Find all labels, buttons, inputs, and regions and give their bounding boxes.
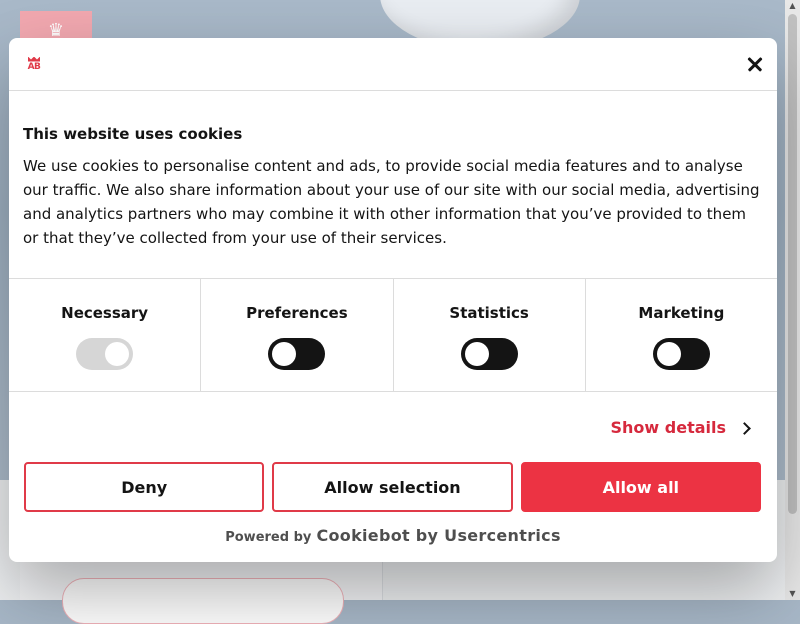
dialog-body: This website uses cookies We use cookies… xyxy=(9,91,777,278)
category-label: Necessary xyxy=(61,304,149,322)
category-label: Marketing xyxy=(638,304,725,322)
page-scrollbar[interactable]: ▲ ▼ xyxy=(785,0,800,600)
scroll-up-arrow-icon[interactable]: ▲ xyxy=(785,0,800,12)
details-row: Show details xyxy=(9,392,777,462)
necessary-toggle xyxy=(76,338,134,370)
show-details-label: Show details xyxy=(610,418,727,437)
consent-categories: Necessary Preferences Statistics Marketi… xyxy=(9,278,777,392)
crown-icon xyxy=(28,56,40,62)
allow-selection-button[interactable]: Allow selection xyxy=(272,462,513,512)
statistics-toggle[interactable] xyxy=(460,338,518,370)
chevron-right-icon xyxy=(738,421,751,435)
scroll-thumb[interactable] xyxy=(788,14,797,514)
allow-all-button[interactable]: Allow all xyxy=(520,462,761,512)
category-marketing: Marketing xyxy=(586,279,777,391)
powered-by-label: Powered by xyxy=(225,530,312,545)
category-label: Statistics xyxy=(449,304,529,322)
brand-logo-text: AB xyxy=(27,61,41,72)
cookie-consent-dialog: AB This website uses cookies We use cook… xyxy=(9,38,777,562)
dialog-header: AB xyxy=(9,38,777,91)
category-preferences: Preferences xyxy=(201,279,394,391)
marketing-toggle[interactable] xyxy=(652,338,710,370)
background-button xyxy=(62,578,344,624)
powered-by[interactable]: Powered by Cookiebot by Usercentrics xyxy=(9,526,777,545)
dialog-title: This website uses cookies xyxy=(23,125,243,143)
category-necessary: Necessary xyxy=(9,279,202,391)
brand-logo: AB xyxy=(24,54,44,74)
consent-buttons: Deny Allow selection Allow all xyxy=(9,462,777,512)
deny-button[interactable]: Deny xyxy=(24,462,265,512)
preferences-toggle[interactable] xyxy=(268,338,326,370)
close-icon[interactable] xyxy=(743,52,767,76)
category-statistics: Statistics xyxy=(394,279,586,391)
provider-name: Cookiebot by Usercentrics xyxy=(316,526,561,545)
dialog-description: We use cookies to personalise content an… xyxy=(23,157,760,247)
show-details-link[interactable]: Show details xyxy=(610,418,751,437)
category-label: Preferences xyxy=(246,304,348,322)
scroll-down-arrow-icon[interactable]: ▼ xyxy=(785,588,800,600)
